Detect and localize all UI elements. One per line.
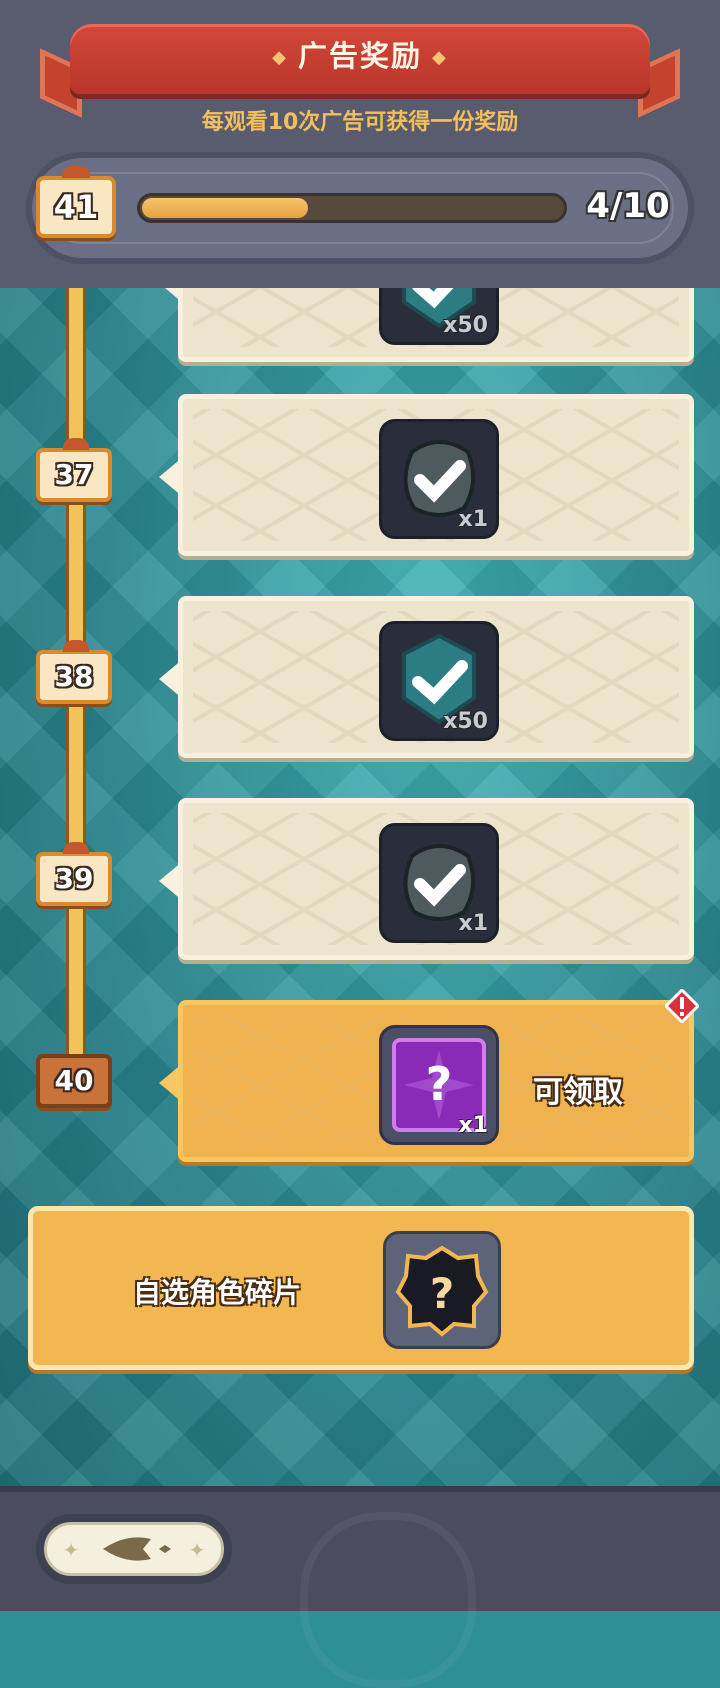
level-number: 39	[54, 862, 94, 895]
reward-card-38[interactable]: x50	[159, 596, 694, 758]
ornament-icon: ◆	[432, 47, 448, 68]
character-shard-card[interactable]: 自选角色碎片 ?	[28, 1206, 694, 1370]
back-button[interactable]: ✦ ✦	[36, 1514, 232, 1584]
header-panel: ◆ 广告奖励 ◆ 每观看10次广告可获得一份奖励 41 4/10	[0, 0, 720, 288]
progress-fill	[142, 198, 308, 218]
item-quantity: x50	[443, 709, 488, 734]
reward-card-40[interactable]: ? x1 可领取	[159, 989, 699, 1162]
ornament-icon: ◆	[272, 47, 288, 68]
level-number: 37	[54, 458, 94, 491]
title-ribbon: ◆ 广告奖励 ◆	[70, 24, 650, 94]
level-node-37: 37	[36, 438, 112, 502]
level-number: 38	[54, 660, 94, 693]
svg-text:?: ?	[426, 1057, 453, 1111]
armor-fragment-icon: x1	[379, 419, 499, 539]
mystery-box-icon: ? x1	[379, 1025, 499, 1145]
character-shard-question-icon: ?	[383, 1231, 501, 1349]
page-title: 广告奖励	[297, 39, 422, 73]
item-quantity: x1	[458, 1113, 489, 1138]
level-node-38: 38	[36, 640, 112, 704]
item-quantity: x50	[443, 313, 488, 338]
alert-icon	[665, 989, 699, 1023]
reward-card-39[interactable]: x1	[159, 798, 694, 960]
current-level: 41	[53, 188, 99, 226]
character-shard-label: 自选角色碎片	[133, 1276, 302, 1309]
svg-text:✦: ✦	[63, 1538, 80, 1562]
subtitle: 每观看10次广告可获得一份奖励	[201, 110, 519, 135]
back-arrow-icon: ✦ ✦	[63, 1537, 206, 1562]
gem-check-icon: x50	[379, 621, 499, 741]
level-number: 40	[54, 1064, 94, 1097]
progress-bar	[137, 193, 567, 223]
claimable-label[interactable]: 可领取	[533, 1067, 623, 1111]
reward-card-37[interactable]: x1	[159, 394, 694, 556]
progress-text: 4/10	[586, 186, 670, 226]
level-node-40-chest: 40	[36, 1054, 112, 1108]
armor-fragment-icon: x1	[379, 823, 499, 943]
level-node-39: 39	[36, 842, 112, 906]
item-quantity: x1	[458, 911, 489, 936]
current-level-badge: 41	[36, 166, 116, 238]
svg-text:✦: ✦	[189, 1538, 206, 1562]
item-quantity: x1	[458, 507, 489, 532]
svg-text:?: ?	[430, 1269, 454, 1318]
